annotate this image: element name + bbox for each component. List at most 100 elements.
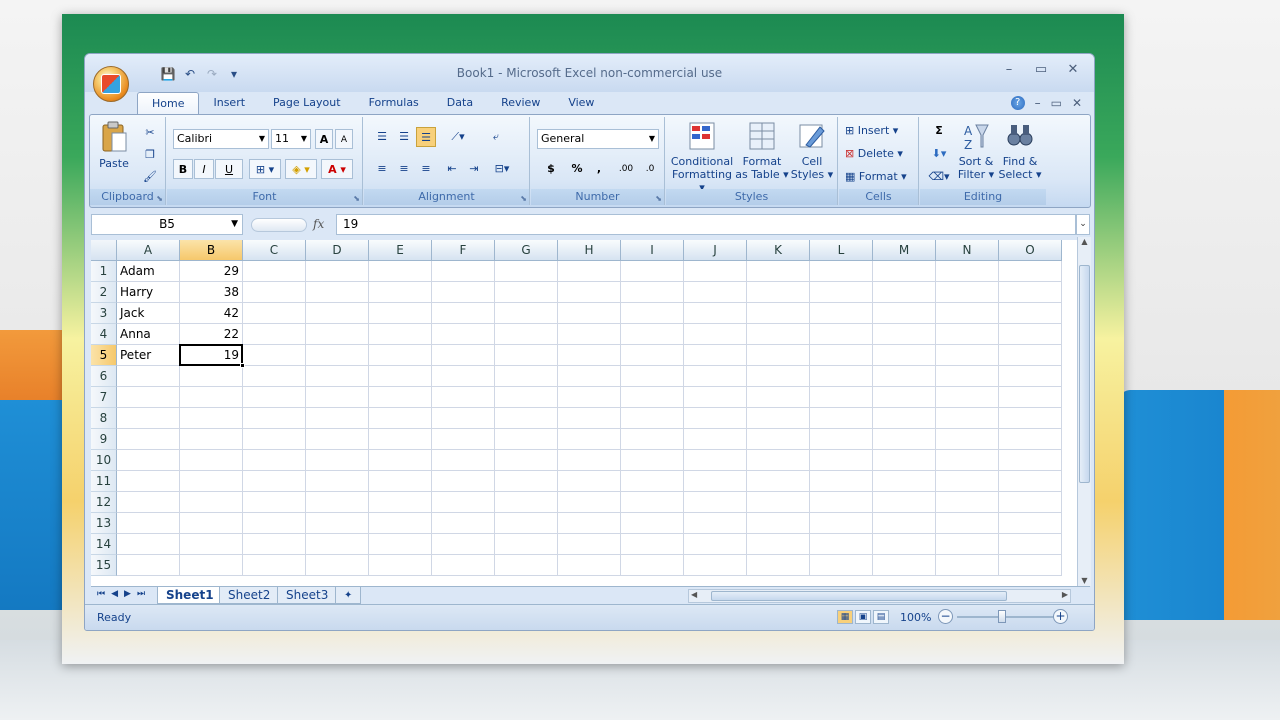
cell-C10[interactable] <box>243 450 306 471</box>
column-header[interactable]: J <box>684 240 747 261</box>
cell-H12[interactable] <box>558 492 621 513</box>
cell-styles-button[interactable]: Cell Styles ▾ <box>790 121 834 181</box>
cell-L15[interactable] <box>810 555 873 576</box>
cell-C5[interactable] <box>243 345 306 366</box>
cell-A12[interactable] <box>117 492 180 513</box>
cell-D3[interactable] <box>306 303 369 324</box>
cell-D13[interactable] <box>306 513 369 534</box>
cell-G14[interactable] <box>495 534 558 555</box>
cell-N14[interactable] <box>936 534 999 555</box>
cell-M2[interactable] <box>873 282 936 303</box>
sheet-tab-sheet2[interactable]: Sheet2 <box>219 587 280 604</box>
cell-F9[interactable] <box>432 429 495 450</box>
cell-O14[interactable] <box>999 534 1062 555</box>
tab-data[interactable]: Data <box>433 92 487 114</box>
cell-M15[interactable] <box>873 555 936 576</box>
cell-I3[interactable] <box>621 303 684 324</box>
cell-A8[interactable] <box>117 408 180 429</box>
cell-F3[interactable] <box>432 303 495 324</box>
cell-A9[interactable] <box>117 429 180 450</box>
cell-K8[interactable] <box>747 408 810 429</box>
cell-L1[interactable] <box>810 261 873 282</box>
cell-L11[interactable] <box>810 471 873 492</box>
row-header[interactable]: 13 <box>91 513 117 534</box>
cell-G8[interactable] <box>495 408 558 429</box>
cell-M3[interactable] <box>873 303 936 324</box>
cell-I6[interactable] <box>621 366 684 387</box>
cell-G6[interactable] <box>495 366 558 387</box>
cell-H7[interactable] <box>558 387 621 408</box>
cell-O7[interactable] <box>999 387 1062 408</box>
cell-J1[interactable] <box>684 261 747 282</box>
cell-J8[interactable] <box>684 408 747 429</box>
cell-C2[interactable] <box>243 282 306 303</box>
cell-N3[interactable] <box>936 303 999 324</box>
format-as-table-button[interactable]: Format as Table ▾ <box>734 121 790 181</box>
cell-E15[interactable] <box>369 555 432 576</box>
insert-cells-button[interactable]: ⊞ Insert ▾ <box>845 121 913 141</box>
cell-D10[interactable] <box>306 450 369 471</box>
find-select-button[interactable]: Find & Select ▾ <box>998 121 1042 181</box>
cell-F10[interactable] <box>432 450 495 471</box>
help-icon[interactable]: ? <box>1010 96 1025 110</box>
cell-M11[interactable] <box>873 471 936 492</box>
cell-D11[interactable] <box>306 471 369 492</box>
cell-E2[interactable] <box>369 282 432 303</box>
column-header[interactable]: M <box>873 240 936 261</box>
cell-O10[interactable] <box>999 450 1062 471</box>
tab-view[interactable]: View <box>554 92 608 114</box>
cell-O1[interactable] <box>999 261 1062 282</box>
cell-M1[interactable] <box>873 261 936 282</box>
cell-F13[interactable] <box>432 513 495 534</box>
tab-insert[interactable]: Insert <box>199 92 259 114</box>
cell-F15[interactable] <box>432 555 495 576</box>
percent-button[interactable]: % <box>567 159 587 179</box>
fill-icon[interactable]: ⬇▾ <box>926 144 952 164</box>
cell-L14[interactable] <box>810 534 873 555</box>
format-cells-button[interactable]: ▦ Format ▾ <box>845 167 913 187</box>
cell-J9[interactable] <box>684 429 747 450</box>
cell-N7[interactable] <box>936 387 999 408</box>
select-all-button[interactable] <box>91 240 117 261</box>
cell-A11[interactable] <box>117 471 180 492</box>
cell-B5[interactable]: 19 <box>180 345 243 366</box>
cell-K14[interactable] <box>747 534 810 555</box>
cell-G5[interactable] <box>495 345 558 366</box>
sheet-tab-sheet1[interactable]: Sheet1 <box>157 587 223 604</box>
cell-A6[interactable] <box>117 366 180 387</box>
cell-I2[interactable] <box>621 282 684 303</box>
cell-I9[interactable] <box>621 429 684 450</box>
cell-B14[interactable] <box>180 534 243 555</box>
cell-C4[interactable] <box>243 324 306 345</box>
row-header[interactable]: 10 <box>91 450 117 471</box>
cell-A3[interactable]: Jack <box>117 303 180 324</box>
column-header[interactable]: C <box>243 240 306 261</box>
copy-icon[interactable]: ❐ <box>142 145 158 165</box>
font-name-select[interactable]: Calibri ▼ <box>173 129 269 149</box>
cell-C6[interactable] <box>243 366 306 387</box>
cell-J6[interactable] <box>684 366 747 387</box>
cell-G13[interactable] <box>495 513 558 534</box>
number-launcher-icon[interactable]: ⬊ <box>655 194 662 203</box>
cell-B6[interactable] <box>180 366 243 387</box>
cell-J15[interactable] <box>684 555 747 576</box>
scroll-down-icon[interactable]: ▼ <box>1078 576 1091 586</box>
name-box[interactable]: B5 ▼ <box>91 214 243 235</box>
row-header[interactable]: 5 <box>91 345 117 366</box>
sheet-tab-sheet3[interactable]: Sheet3 <box>277 587 338 604</box>
cell-H1[interactable] <box>558 261 621 282</box>
cell-F6[interactable] <box>432 366 495 387</box>
column-header[interactable]: G <box>495 240 558 261</box>
cell-F8[interactable] <box>432 408 495 429</box>
scroll-left-icon[interactable]: ◀ <box>691 590 697 599</box>
cell-E14[interactable] <box>369 534 432 555</box>
row-header[interactable]: 3 <box>91 303 117 324</box>
first-sheet-icon[interactable]: ⏮ <box>97 589 105 599</box>
cell-N9[interactable] <box>936 429 999 450</box>
borders-icon[interactable]: ⊞ ▾ <box>249 159 281 179</box>
workbook-close-icon[interactable]: ✕ <box>1072 96 1082 110</box>
decrease-decimal-button[interactable]: .0 <box>639 159 661 179</box>
format-painter-icon[interactable]: 🖌 <box>142 167 158 187</box>
cell-F12[interactable] <box>432 492 495 513</box>
align-bottom-icon[interactable]: ☰ <box>416 127 436 147</box>
